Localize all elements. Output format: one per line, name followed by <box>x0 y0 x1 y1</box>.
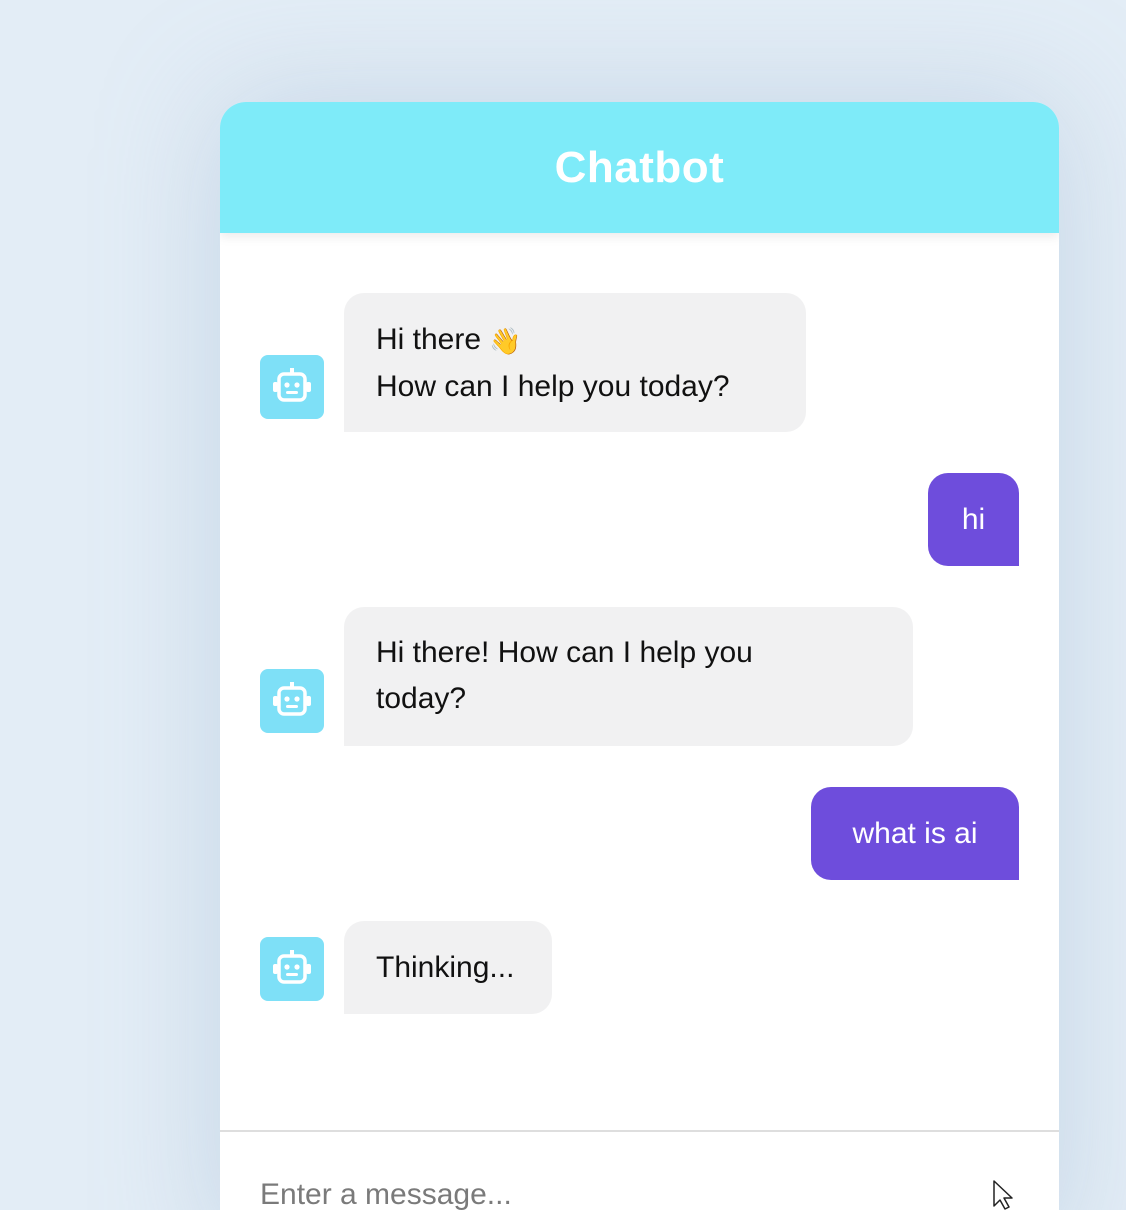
robot-icon <box>260 937 324 1001</box>
chat-title: Chatbot <box>554 142 725 192</box>
outgoing-message: hi <box>928 473 1019 566</box>
message-bubble: Thinking... <box>344 921 552 1014</box>
message-text: How can I help you today? <box>376 370 730 404</box>
message-text: hi <box>961 503 986 536</box>
chat-input-area <box>220 1130 1059 1210</box>
chat-window: Chatbot Hi there 👋 How can I help you to… <box>220 102 1059 1210</box>
message-text: what is ai <box>852 817 978 850</box>
message-text: Hi there <box>376 323 482 356</box>
robot-icon <box>260 669 324 733</box>
waving-hand-emoji: 👋 <box>489 326 522 357</box>
mouse-pointer-icon <box>993 1180 1019 1210</box>
message-input[interactable] <box>260 1170 960 1210</box>
message-bubble: Hi there! How can I help you today? <box>344 607 913 746</box>
robot-icon <box>260 355 324 419</box>
message-text: Hi there! How can I help you <box>376 636 753 669</box>
message-text: Thinking... <box>376 951 515 984</box>
message-bubble: Hi there 👋 How can I help you today? <box>344 293 806 432</box>
chat-header: Chatbot <box>220 102 1059 233</box>
outgoing-message: what is ai <box>811 787 1019 880</box>
message-text: today? <box>376 682 467 715</box>
chat-messages[interactable]: Hi there 👋 How can I help you today? hi <box>220 233 1059 1130</box>
